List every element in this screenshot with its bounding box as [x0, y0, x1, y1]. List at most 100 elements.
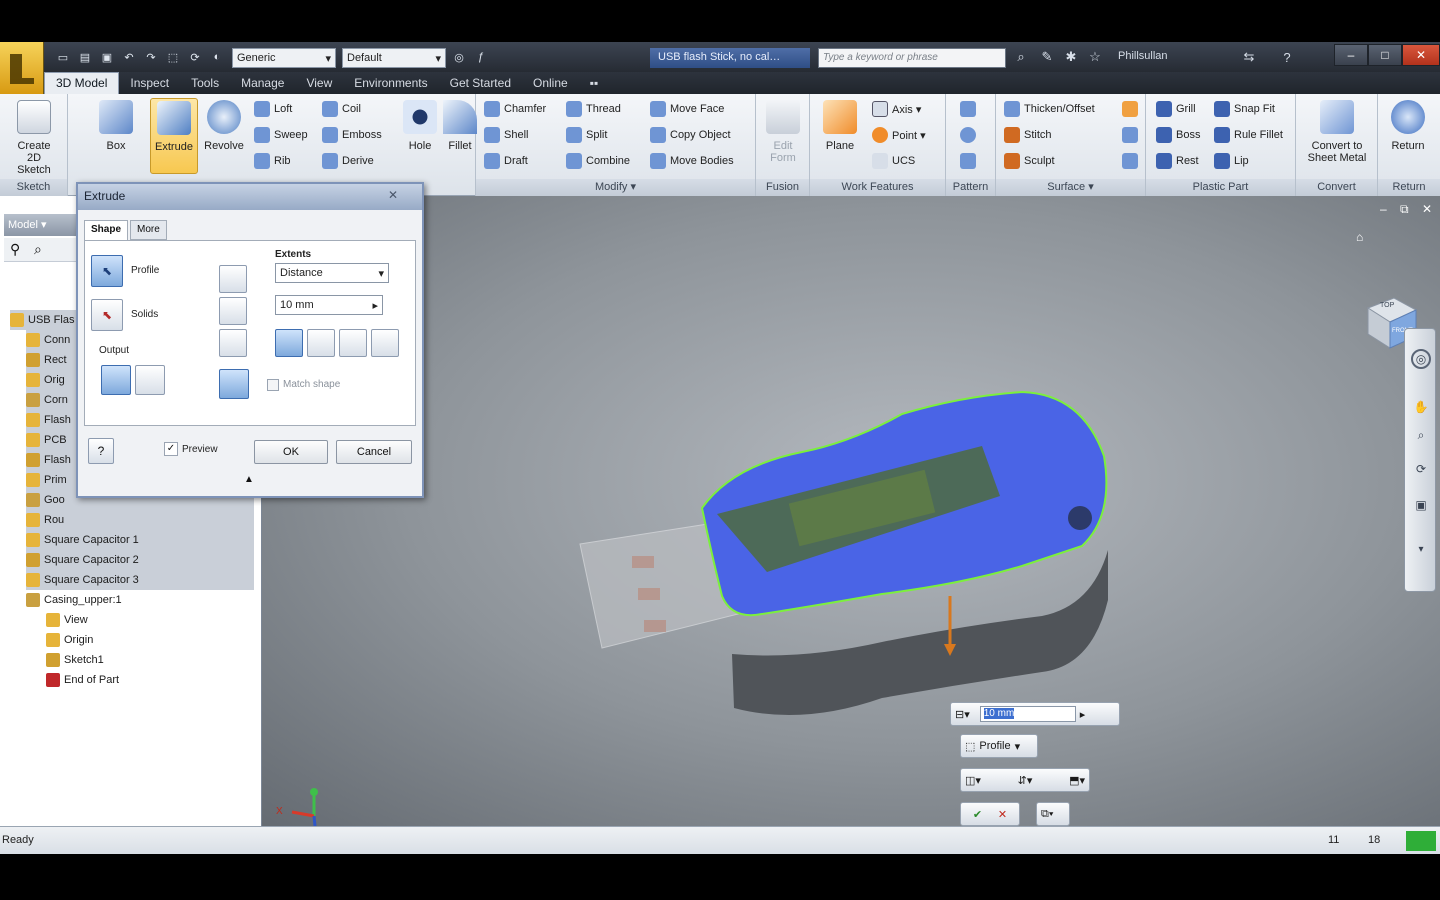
split-button[interactable]: Split: [566, 124, 607, 146]
preview-checkbox[interactable]: ✓: [164, 442, 178, 456]
expand-dialog-button[interactable]: ▲: [244, 474, 254, 485]
move-bodies-button[interactable]: Move Bodies: [650, 150, 734, 172]
edit-form-button[interactable]: Edit Form: [759, 98, 807, 174]
dialog-title[interactable]: Extrude: [78, 184, 422, 210]
derive-button[interactable]: Derive: [322, 150, 374, 172]
redo-icon[interactable]: ↷: [142, 48, 160, 66]
match-shape-checkbox[interactable]: [267, 379, 279, 391]
look-at-icon[interactable]: ▣: [1411, 495, 1431, 515]
patch-button[interactable]: [1122, 98, 1142, 120]
filter-icon[interactable]: ⚲: [10, 241, 20, 258]
intersect-button[interactable]: [219, 329, 247, 357]
undo-icon[interactable]: ↶: [120, 48, 138, 66]
thread-button[interactable]: Thread: [566, 98, 621, 120]
parameters-icon[interactable]: ƒ: [472, 48, 490, 66]
profile-mini-button[interactable]: ⬚ Profile ▾: [960, 734, 1038, 758]
browser-node[interactable]: Casing_upper:1: [26, 590, 122, 610]
tab-online[interactable]: Online: [522, 73, 579, 94]
user-name[interactable]: Phillsullan: [1118, 50, 1168, 62]
circular-pattern-button[interactable]: [960, 124, 980, 146]
communication-icon[interactable]: ✱: [1062, 48, 1080, 66]
chevron-right-icon[interactable]: ▸: [1080, 708, 1086, 721]
tab-3d-model[interactable]: 3D Model: [44, 72, 120, 94]
select-icon[interactable]: ⬚: [164, 48, 182, 66]
browser-node[interactable]: Origin: [46, 630, 93, 650]
material-combo[interactable]: Generic ▾: [232, 48, 336, 68]
new-solid-button[interactable]: [219, 369, 249, 399]
minimize-button[interactable]: –: [1334, 44, 1368, 66]
tab-tools[interactable]: Tools: [180, 73, 230, 94]
solid-icon[interactable]: ⬒▾: [1069, 774, 1085, 787]
browser-node[interactable]: Sketch1: [46, 650, 104, 670]
help-icon[interactable]: ?: [1278, 48, 1296, 66]
browser-node[interactable]: Square Capacitor 3: [26, 570, 254, 590]
browser-node[interactable]: View: [46, 610, 88, 630]
direction-2-button[interactable]: [307, 329, 335, 357]
dialog-close-button[interactable]: ✕: [388, 188, 398, 202]
favorites-icon[interactable]: ☆: [1086, 48, 1104, 66]
symmetric-button[interactable]: [339, 329, 367, 357]
trim-button[interactable]: [1122, 124, 1142, 146]
shell-button[interactable]: Shell: [484, 124, 528, 146]
tab-environments[interactable]: Environments: [343, 73, 438, 94]
save-icon[interactable]: ▣: [98, 48, 116, 66]
tab-more[interactable]: More: [130, 220, 167, 240]
profile-select-button[interactable]: ⬉: [91, 255, 123, 287]
tab-manage[interactable]: Manage: [230, 73, 295, 94]
return-button[interactable]: Return: [1384, 98, 1432, 174]
chamfer-button[interactable]: Chamfer: [484, 98, 546, 120]
combine-button[interactable]: Combine: [566, 150, 630, 172]
axis-button[interactable]: Axis ▾: [872, 98, 921, 120]
distance-input-field[interactable]: 10 mm ▸: [275, 295, 383, 315]
coil-button[interactable]: Coil: [322, 98, 361, 120]
extrude-button[interactable]: Extrude: [150, 98, 198, 174]
tab-shape[interactable]: Shape: [84, 220, 129, 240]
graphics-viewport[interactable]: X ⊟▾ 10 mm ▸ ⬚ Profile ▾ ◫▾ ⇵▾ ⬒▾ ✔ ✕ ⧉▾ – ⧉…: [262, 196, 1440, 826]
apply-mini-button[interactable]: ⧉▾: [1036, 802, 1070, 826]
appearance-icon[interactable]: ◐: [208, 48, 226, 66]
steering-wheel-icon[interactable]: ◎: [1411, 349, 1431, 369]
boss-button[interactable]: Boss: [1156, 124, 1200, 146]
plane-button[interactable]: Plane: [816, 98, 864, 174]
create-2d-sketch-button[interactable]: Create 2D Sketch: [10, 98, 58, 176]
rib-button[interactable]: Rib: [254, 150, 291, 172]
lip-button[interactable]: Lip: [1214, 150, 1249, 172]
color-override-icon[interactable]: ◎: [450, 48, 468, 66]
distance-input[interactable]: 10 mm: [979, 706, 1076, 722]
tabs-overflow-button[interactable]: ▪▪: [579, 73, 610, 94]
zoom-icon[interactable]: ⌕: [1411, 425, 1431, 445]
loft-button[interactable]: Loft: [254, 98, 292, 120]
point-button[interactable]: Point ▾: [872, 124, 926, 146]
update-icon[interactable]: ⟳: [186, 48, 204, 66]
sculpt-button[interactable]: Sculpt: [1004, 150, 1055, 172]
browser-node[interactable]: Square Capacitor 1: [26, 530, 254, 550]
rest-button[interactable]: Rest: [1156, 150, 1199, 172]
help-search-input[interactable]: Type a keyword or phrase: [818, 48, 1006, 68]
move-face-button[interactable]: Move Face: [650, 98, 724, 120]
new-icon[interactable]: ▭: [54, 48, 72, 66]
maximize-button[interactable]: □: [1368, 44, 1402, 66]
browser-node[interactable]: Rou: [26, 510, 254, 530]
close-button[interactable]: ✕: [1402, 44, 1440, 66]
open-icon[interactable]: ▤: [76, 48, 94, 66]
output-surface-button[interactable]: [135, 365, 165, 395]
appearance-combo[interactable]: Default ▾: [342, 48, 446, 68]
extents-dropdown[interactable]: Distance ▾: [275, 263, 389, 283]
orbit-icon[interactable]: ⟳: [1411, 459, 1431, 479]
home-view-icon[interactable]: ⌂: [1356, 230, 1363, 244]
ok-button[interactable]: OK: [254, 440, 328, 464]
direction-1-button[interactable]: [275, 329, 303, 357]
grill-button[interactable]: Grill: [1156, 98, 1196, 120]
ucs-button[interactable]: UCS: [872, 150, 915, 172]
snap-fit-button[interactable]: Snap Fit: [1214, 98, 1275, 120]
revolve-button[interactable]: Revolve: [200, 98, 248, 174]
mirror-button[interactable]: [960, 150, 980, 172]
stitch-button[interactable]: Stitch: [1004, 124, 1052, 146]
tab-inspect[interactable]: Inspect: [119, 73, 180, 94]
solids-select-button[interactable]: ⬉: [91, 299, 123, 331]
find-icon[interactable]: ⌕: [34, 241, 42, 258]
join-icon[interactable]: ◫▾: [965, 774, 981, 787]
delete-face-button[interactable]: [1122, 150, 1142, 172]
join-button[interactable]: [219, 265, 247, 293]
box-button[interactable]: Box: [92, 98, 140, 174]
